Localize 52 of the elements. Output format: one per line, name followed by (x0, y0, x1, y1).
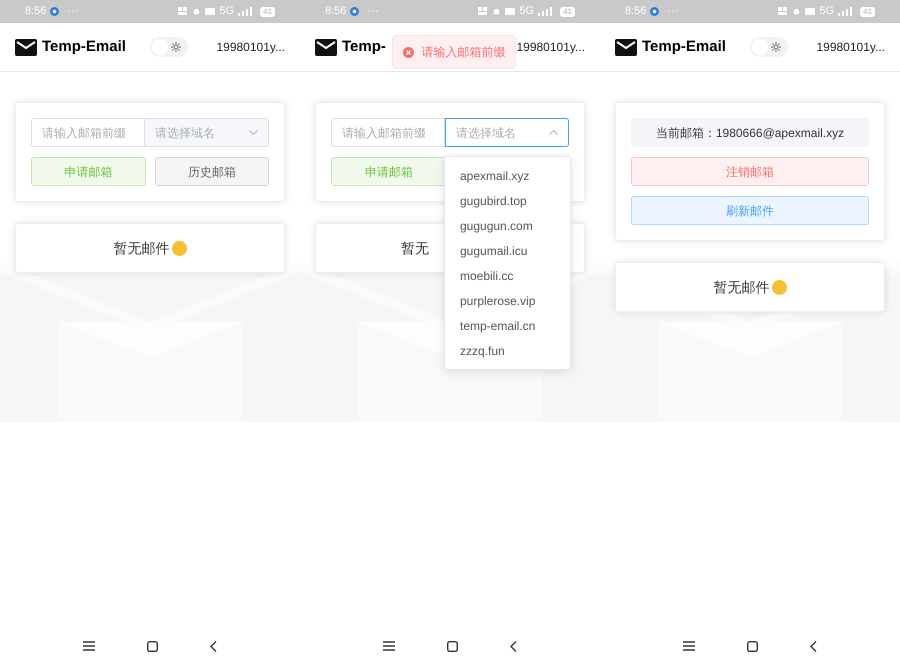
location-icon (650, 7, 660, 16)
home-icon[interactable] (447, 640, 458, 652)
emoji-icon (172, 240, 186, 256)
domain-option[interactable]: gugumail.icu (445, 238, 570, 263)
chevron-icon (549, 130, 558, 135)
domain-option[interactable]: temp-email.cn (445, 313, 570, 338)
prefix-input[interactable]: 请输入邮箱前缀 (331, 118, 445, 147)
app-title: Temp-Email (642, 36, 726, 57)
empty-message: 暂无 (401, 238, 429, 258)
home-icon[interactable] (747, 640, 758, 652)
sun-icon (770, 42, 781, 52)
domain-option[interactable]: gugubird.top (445, 188, 570, 213)
prefix-input[interactable]: 请输入邮箱前缀 (31, 118, 145, 147)
chevron-icon (249, 130, 258, 135)
mail-icon (615, 38, 637, 56)
theme-switch[interactable] (150, 37, 188, 57)
menu-icon[interactable] (683, 641, 695, 651)
username[interactable]: 19980101y... (816, 38, 885, 56)
action-button[interactable]: 历史邮箱 (154, 157, 269, 186)
home-icon[interactable] (147, 640, 158, 652)
domain-option[interactable]: zzzq.fun (445, 338, 570, 363)
sun-icon (170, 42, 181, 52)
back-icon[interactable] (810, 640, 817, 652)
error-icon (402, 46, 414, 58)
emoji-icon (772, 280, 786, 294)
username[interactable]: 19980101y... (216, 38, 285, 56)
theme-switch[interactable] (750, 37, 788, 57)
domain-option[interactable]: gugugun.com (445, 213, 570, 238)
signal-icon (538, 7, 552, 16)
more-indicator: ··· (367, 4, 378, 20)
domain-option[interactable]: purplerose.vip (445, 288, 570, 313)
empty-message: 暂无邮件 (714, 278, 770, 296)
app-title: Temp-Email (42, 36, 126, 57)
location-icon (50, 7, 60, 16)
current-email: 当前邮箱：1980666@apexmail.xyz (631, 118, 869, 147)
more-indicator: ··· (67, 4, 78, 20)
mail-icon (315, 38, 337, 56)
menu-icon[interactable] (83, 641, 95, 651)
domain-option[interactable]: moebili.cc (445, 263, 570, 288)
app-title: Temp- (342, 36, 386, 57)
location-icon (350, 7, 360, 16)
more-indicator: ··· (667, 4, 678, 20)
empty-message: 暂无邮件 (114, 238, 170, 258)
signal-icon (238, 7, 252, 16)
mail-icon (15, 38, 37, 56)
toast-message: 请输入邮箱前缀 (422, 44, 506, 61)
back-icon[interactable] (210, 640, 217, 652)
signal-icon (838, 7, 852, 16)
domain-option[interactable]: apexmail.xyz (445, 163, 570, 188)
username[interactable]: 19980101y... (516, 38, 585, 56)
menu-icon[interactable] (383, 641, 395, 651)
back-icon[interactable] (510, 640, 517, 652)
